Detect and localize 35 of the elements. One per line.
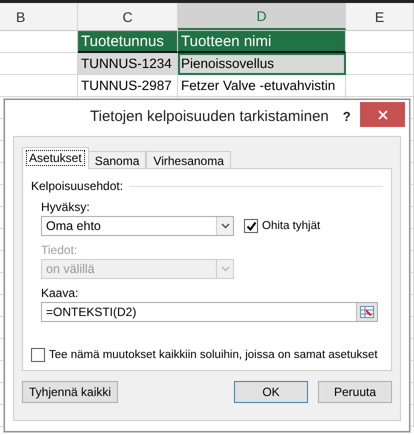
column-header[interactable]: B [0,3,78,30]
help-button[interactable]: ? [342,108,351,124]
column-header[interactable]: D [178,3,346,30]
tab[interactable]: Sanoma [88,151,146,169]
checkbox-label: Ohita tyhjät [262,220,320,232]
formula-field[interactable]: =ONTEKSTI(D2) [41,302,378,322]
clear-all-button[interactable]: Tyhjennä kaikki [22,380,118,402]
checkmark-icon [246,220,256,232]
checkbox-label: Tee nämä muutokset kaikkiin soluihin, joissa on samat asetukset [49,349,378,361]
data-dropdown: on välillä [41,259,234,279]
table-cell: Fetzer Valve -etuvahvistin [178,75,346,97]
ok-button[interactable]: OK [234,380,308,402]
chevron-down-icon [220,266,230,272]
table-cell: Pienoissovellus [178,53,346,75]
range-picker-button[interactable] [356,303,377,321]
table-cell: TUNNUS-2987 [78,75,178,97]
table-cell: TUNNUS-1234 [78,53,178,75]
checkbox[interactable] [31,348,45,362]
tab[interactable]: Asetukset [22,147,89,169]
close-button[interactable] [360,102,405,127]
tab[interactable]: Virhesanoma [146,151,231,169]
close-icon [378,110,388,120]
field-label: Hyväksy: [41,200,91,214]
field-label: Tiedot: [41,243,78,257]
section-title: Kelpoisuusehdot: [31,179,124,193]
range-picker-icon [360,306,374,318]
window-title: Tietojen kelpoisuuden tarkistaminen [90,108,329,124]
table-header-cell: Tuotetunnus [78,31,178,53]
table-header-cell: Tuotteen nimi [178,31,346,53]
allow-dropdown[interactable]: Oma ehto [41,216,234,236]
field-label: Kaava: [41,286,80,300]
checkbox[interactable] [244,219,258,233]
cancel-button[interactable]: Peruuta [318,380,392,402]
chevron-down-icon [220,223,230,229]
column-header[interactable]: E [346,3,414,30]
